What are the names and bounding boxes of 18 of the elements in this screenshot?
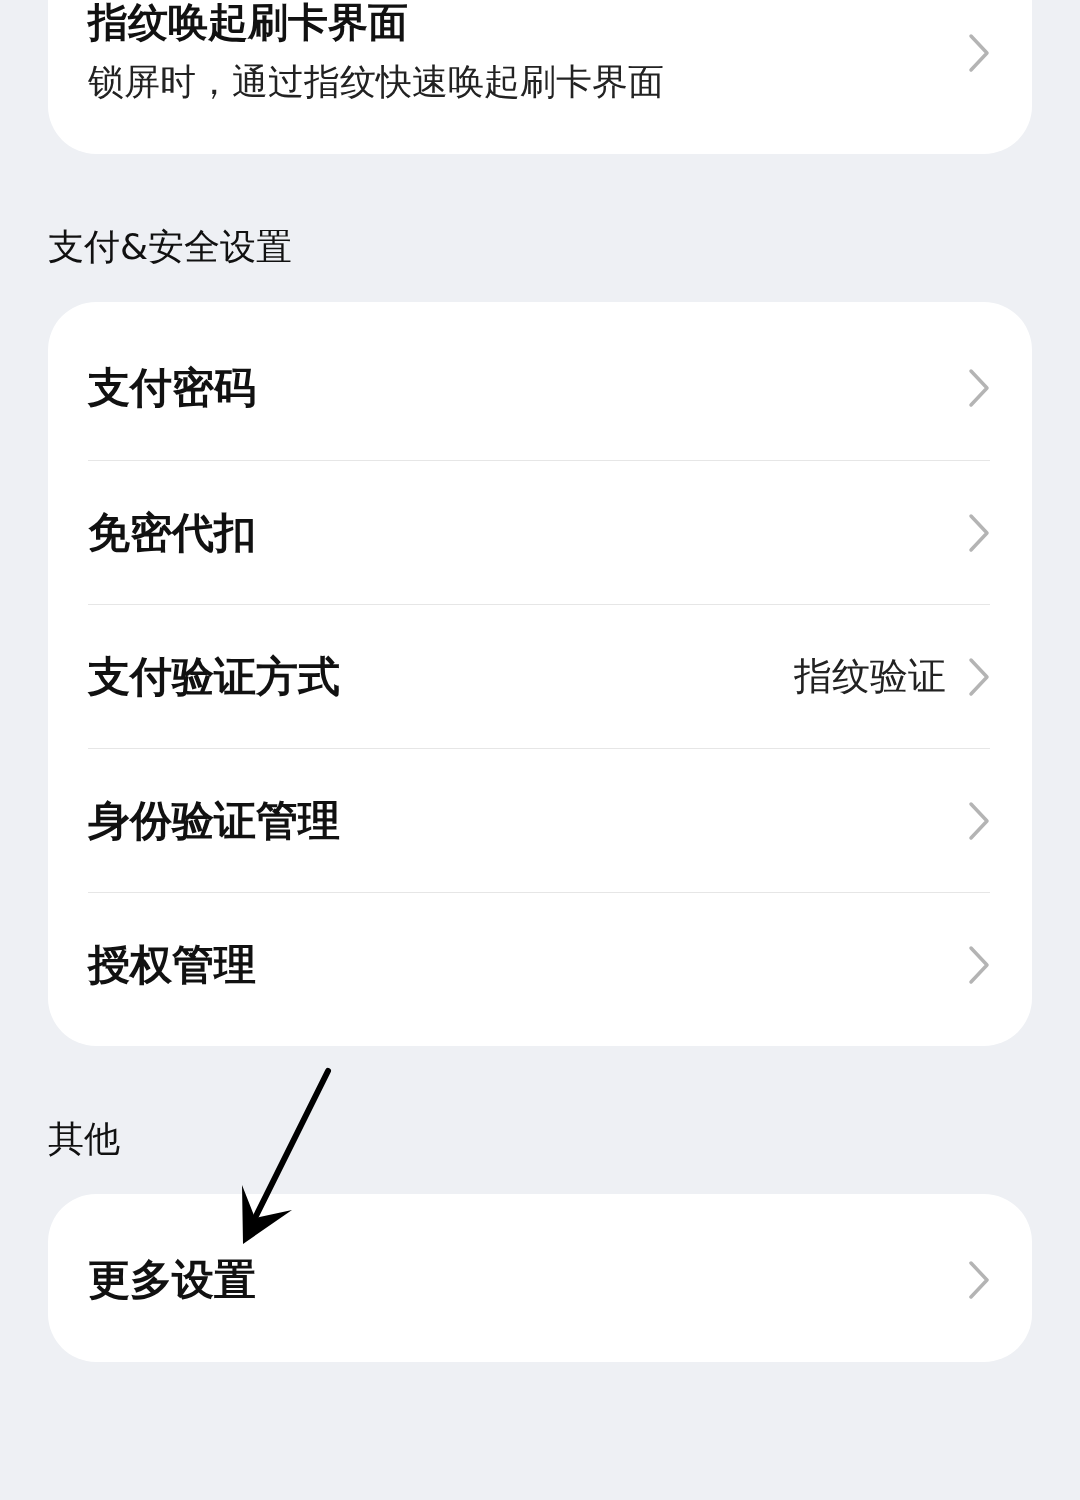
chevron-right-icon — [968, 33, 990, 73]
settings-item[interactable]: 支付验证方式 指纹验证 — [88, 604, 990, 748]
settings-item[interactable]: 身份验证管理 — [88, 748, 990, 892]
chevron-right-icon — [968, 512, 990, 553]
chevron-right-icon — [968, 1260, 990, 1300]
chevron-right-icon — [968, 800, 990, 841]
settings-item[interactable]: 授权管理 — [88, 892, 990, 1036]
settings-item[interactable]: 免密代扣 — [88, 460, 990, 604]
item-description: 锁屏时，通过指纹快速唤起刷卡界面 — [88, 60, 665, 104]
settings-item[interactable]: 支付密码 — [88, 316, 990, 460]
section-header: 支付&安全设置 — [48, 225, 294, 269]
settings-item[interactable]: 指纹唤起刷卡界面 锁屏时，通过指纹快速唤起刷卡界面 — [88, 0, 990, 154]
chevron-right-icon — [968, 368, 990, 408]
setting-value: 指纹验证 — [794, 653, 946, 700]
chevron-right-icon — [968, 656, 990, 697]
section-header: 其他 — [48, 1117, 121, 1161]
chevron-right-icon — [968, 944, 990, 985]
settings-item[interactable]: 更多设置 — [88, 1208, 990, 1352]
